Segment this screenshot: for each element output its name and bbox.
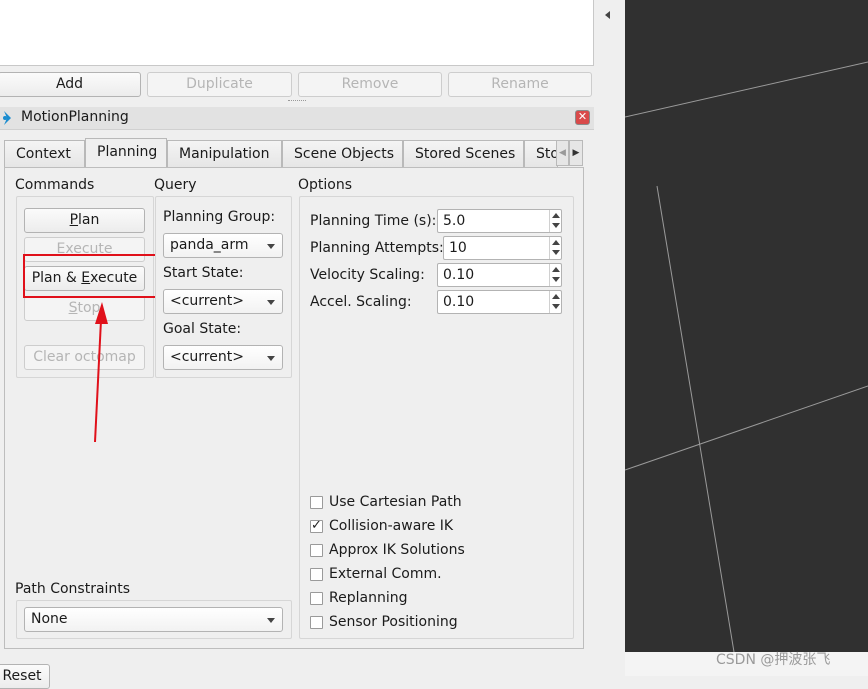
goal-state-select[interactable]: <current> [163, 345, 283, 370]
sensor-positioning-label: Sensor Positioning [329, 614, 458, 630]
add-button[interactable]: Add [0, 72, 141, 97]
approx-ik-solutions-label: Approx IK Solutions [329, 542, 465, 558]
planning-time-label: Planning Time (s): [310, 213, 437, 229]
3d-viewport[interactable] [625, 0, 868, 652]
approx-ik-solutions-checkbox[interactable] [310, 544, 323, 557]
spin-buttons[interactable] [549, 237, 561, 259]
tab-scene-objects[interactable]: Scene Objects [282, 140, 403, 167]
external-comm-label: External Comm. [329, 566, 442, 582]
close-icon[interactable]: ✕ [575, 110, 590, 125]
replanning-checkbox[interactable] [310, 592, 323, 605]
start-state-label: Start State: [163, 265, 244, 281]
spin-buttons[interactable] [549, 264, 561, 286]
velocity-scaling-label: Velocity Scaling: [310, 267, 425, 283]
watermark: CSDN @押波张飞 [716, 652, 831, 668]
splitter-handle[interactable] [288, 100, 306, 104]
tab-stored-states[interactable]: Sto [524, 140, 558, 167]
replanning-label: Replanning [329, 590, 408, 606]
velocity-scaling-spinbox[interactable]: 0.10 [437, 263, 562, 287]
plan-button[interactable]: Plan [24, 208, 145, 233]
reset-button[interactable]: Reset [0, 664, 50, 689]
path-constraints-label: Path Constraints [15, 581, 131, 597]
chevron-down-icon [267, 300, 275, 305]
annotation-arrow [94, 302, 108, 443]
spin-up-icon[interactable] [552, 240, 560, 245]
panel-title-bar: MotionPlanning ✕ [0, 107, 594, 130]
highlight-box [23, 254, 157, 298]
commands-label: Commands [15, 177, 95, 193]
rename-button[interactable]: Rename [448, 72, 592, 97]
collapse-left-icon[interactable] [605, 11, 610, 19]
spin-down-icon[interactable] [552, 223, 560, 228]
spin-down-icon[interactable] [552, 304, 560, 309]
displays-list[interactable] [0, 0, 594, 66]
chevron-down-icon [267, 618, 275, 623]
tab-stored-scenes[interactable]: Stored Scenes [403, 140, 524, 167]
tab-planning[interactable]: Planning [85, 138, 167, 168]
sensor-positioning-checkbox[interactable] [310, 616, 323, 629]
query-label: Query [154, 177, 197, 193]
spin-down-icon[interactable] [552, 277, 560, 282]
accel-scaling-label: Accel. Scaling: [310, 294, 412, 310]
chevron-down-icon [267, 356, 275, 361]
planning-attempts-spinbox[interactable]: 10 [443, 236, 562, 260]
panel-collapse-handle[interactable] [596, 0, 625, 676]
collision-aware-ik-label: Collision-aware IK [329, 518, 454, 534]
planning-group-label: Planning Group: [163, 209, 276, 225]
spin-down-icon[interactable] [552, 250, 560, 255]
accel-scaling-spinbox[interactable]: 0.10 [437, 290, 562, 314]
spin-buttons[interactable] [549, 210, 561, 232]
tab-context[interactable]: Context [4, 140, 85, 167]
chevron-down-icon [267, 244, 275, 249]
spin-buttons[interactable] [549, 291, 561, 313]
external-comm-checkbox[interactable] [310, 568, 323, 581]
remove-button[interactable]: Remove [298, 72, 442, 97]
planning-attempts-label: Planning Attempts: [310, 240, 444, 256]
panel-title: MotionPlanning [21, 109, 129, 125]
planning-time-spinbox[interactable]: 5.0 [437, 209, 562, 233]
start-state-select[interactable]: <current> [163, 289, 283, 314]
use-cartesian-path-label: Use Cartesian Path [329, 494, 462, 510]
tab-scroll-left-button[interactable]: ◀ [556, 140, 569, 166]
planning-group-select[interactable]: panda_arm [163, 233, 283, 258]
spin-up-icon[interactable] [552, 267, 560, 272]
viewport-grid [625, 61, 868, 652]
checkmark-icon: ✓ [311, 518, 322, 533]
collision-aware-ik-checkbox[interactable]: ✓ [310, 518, 323, 533]
goal-state-label: Goal State: [163, 321, 242, 337]
tab-manipulation[interactable]: Manipulation [167, 140, 282, 167]
motionplanning-icon [2, 110, 14, 126]
tab-scroll-right-button[interactable]: ▶ [569, 140, 583, 166]
duplicate-button[interactable]: Duplicate [147, 72, 292, 97]
path-constraints-select[interactable]: None [24, 607, 283, 632]
use-cartesian-path-checkbox[interactable] [310, 496, 323, 509]
spin-up-icon[interactable] [552, 294, 560, 299]
options-label: Options [298, 177, 353, 193]
spin-up-icon[interactable] [552, 213, 560, 218]
